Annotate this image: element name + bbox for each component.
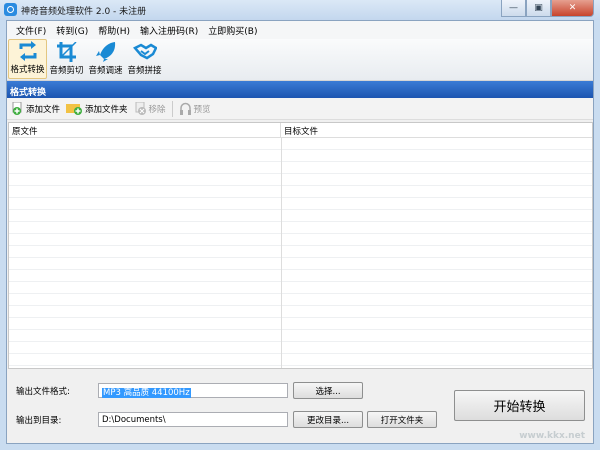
- menu-goto[interactable]: 转到(G): [51, 24, 93, 37]
- headphones-icon: [179, 102, 192, 115]
- tool-label: 音频调速: [88, 66, 123, 76]
- menu-buy[interactable]: 立即购买(B): [203, 24, 262, 37]
- column-source-file[interactable]: 原文件: [9, 123, 281, 137]
- toolbar-separator: [171, 100, 173, 117]
- menu-bar: 文件(F) 转到(G) 帮助(H) 输入注册码(R) 立即购买(B): [7, 21, 593, 39]
- rocket-icon: [95, 42, 115, 62]
- preview-label: 预览: [193, 104, 211, 115]
- output-format-value: MP3 高品质 44100Hz: [102, 388, 191, 398]
- main-window: 文件(F) 转到(G) 帮助(H) 输入注册码(R) 立即购买(B) 格式转换 …: [6, 20, 594, 444]
- handshake-icon: [132, 43, 157, 60]
- file-table[interactable]: 原文件 目标文件: [8, 122, 593, 369]
- crop-icon: [56, 42, 77, 62]
- minimize-button[interactable]: —: [501, 0, 526, 17]
- output-format-field[interactable]: MP3 高品质 44100Hz: [98, 383, 288, 398]
- output-dir-label: 输出到目录:: [16, 416, 62, 426]
- file-toolbar: 添加文件 添加文件夹 移除 预览: [7, 98, 593, 120]
- menu-file[interactable]: 文件(F): [11, 24, 51, 37]
- add-file-label: 添加文件: [26, 104, 61, 115]
- close-button[interactable]: ✕: [551, 0, 594, 17]
- title-bar: 神奇音频处理软件 2.0 - 未注册 — ▣ ✕: [0, 0, 600, 20]
- add-file-icon: [11, 101, 24, 115]
- tool-label: 音频剪切: [49, 66, 84, 76]
- main-toolbar: 格式转换 音频剪切 音频调速 音频拼接: [7, 39, 593, 81]
- output-format-label: 输出文件格式:: [16, 387, 70, 397]
- add-folder-icon: [66, 102, 83, 115]
- start-convert-button[interactable]: 开始转换: [454, 390, 585, 421]
- tool-audio-speed[interactable]: 音频调速: [86, 39, 125, 79]
- add-folder-label: 添加文件夹: [85, 104, 128, 115]
- window-title: 神奇音频处理软件 2.0 - 未注册: [21, 7, 147, 17]
- tool-format-convert[interactable]: 格式转换: [8, 39, 47, 79]
- watermark: www.kkx.net: [519, 431, 585, 441]
- open-folder-button[interactable]: 打开文件夹: [367, 411, 437, 428]
- add-folder-button[interactable]: 添加文件夹: [66, 102, 128, 115]
- choose-format-button[interactable]: 选择...: [293, 382, 363, 399]
- remove-button[interactable]: 移除: [134, 101, 166, 115]
- column-target-file[interactable]: 目标文件: [281, 123, 318, 137]
- maximize-button[interactable]: ▣: [526, 0, 551, 17]
- change-dir-button[interactable]: 更改目录...: [293, 411, 363, 428]
- menu-register[interactable]: 输入注册码(R): [135, 24, 203, 37]
- output-panel: 输出文件格式: MP3 高品质 44100Hz 选择... 输出到目录: D:\…: [7, 371, 593, 443]
- tool-label: 格式转换: [10, 65, 45, 75]
- output-dir-input[interactable]: D:\Documents\: [98, 412, 288, 427]
- tool-label: 音频拼接: [127, 66, 162, 76]
- add-file-button[interactable]: 添加文件: [11, 101, 61, 115]
- section-title: 格式转换: [7, 81, 593, 98]
- remove-icon: [134, 101, 147, 115]
- tool-audio-join[interactable]: 音频拼接: [125, 39, 164, 79]
- table-header: 原文件 目标文件: [9, 123, 592, 138]
- table-rows: [9, 138, 592, 368]
- tool-audio-cut[interactable]: 音频剪切: [47, 39, 86, 79]
- convert-icon: [19, 41, 36, 61]
- menu-help[interactable]: 帮助(H): [93, 24, 135, 37]
- app-icon: [4, 3, 17, 16]
- remove-label: 移除: [148, 104, 166, 115]
- preview-button[interactable]: 预览: [179, 102, 211, 115]
